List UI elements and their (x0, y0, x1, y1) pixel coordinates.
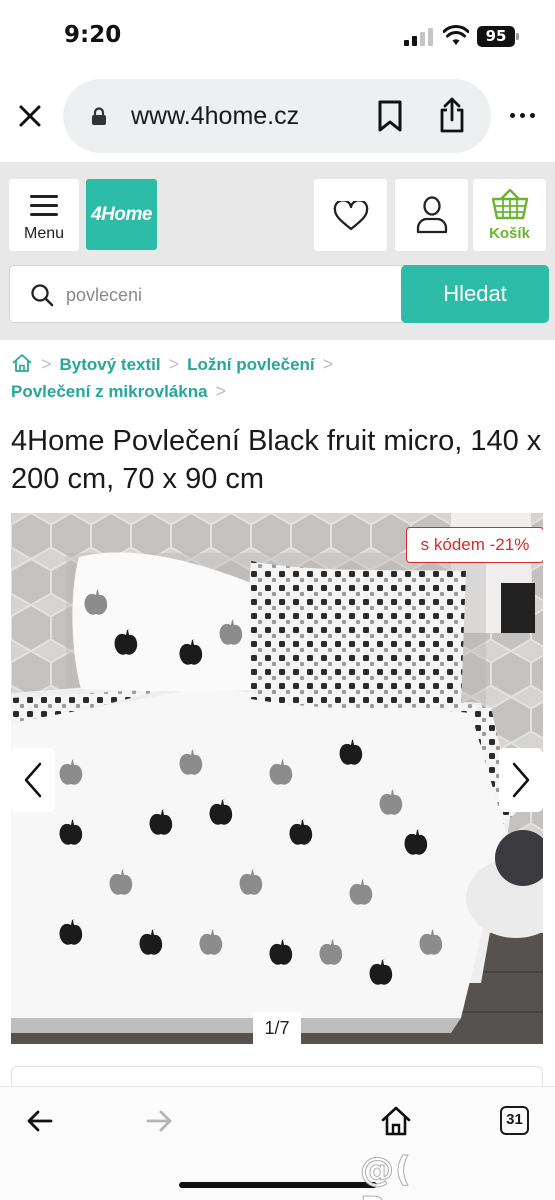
url-text[interactable]: www.4home.cz (131, 102, 299, 131)
browser-bar: www.4home.cz (0, 70, 555, 162)
bookmark-icon[interactable] (376, 99, 404, 133)
tabs-button[interactable]: 31 (500, 1106, 529, 1135)
product-gallery[interactable]: s kódem -21% 1/7 (11, 513, 543, 1044)
cart-label: Košík (489, 225, 530, 242)
wishlist-button[interactable] (314, 179, 387, 251)
cart-button[interactable]: Košík (473, 179, 546, 251)
gallery-next-button[interactable] (499, 748, 543, 812)
wifi-icon (443, 25, 469, 45)
basket-icon (491, 188, 529, 220)
heart-icon (333, 201, 369, 231)
chevron-right-icon (512, 762, 530, 798)
product-title: 4Home Povlečení Black fruit micro, 140 x… (11, 425, 542, 495)
back-arrow-icon[interactable] (26, 1109, 54, 1133)
breadcrumb-link[interactable]: Povlečení z mikrovlákna (11, 382, 208, 401)
home-icon[interactable] (11, 353, 33, 373)
search-icon (31, 284, 54, 307)
search-input[interactable] (66, 280, 386, 310)
search-bar: Hledat (9, 265, 549, 323)
menu-icon (30, 195, 58, 216)
cellular-signal-icon (404, 28, 434, 46)
search-button[interactable]: Hledat (401, 265, 549, 323)
gallery-prev-button[interactable] (11, 748, 55, 812)
watermark: @( Bazos.cz (360, 1150, 533, 1200)
account-button[interactable] (395, 179, 468, 251)
gallery-counter: 1/7 (253, 1012, 301, 1044)
menu-label: Menu (23, 225, 65, 242)
status-bar: 9:20 95 (0, 0, 555, 70)
battery-indicator: 95 (477, 26, 519, 47)
forward-arrow-icon[interactable] (145, 1109, 173, 1133)
home-indicator (179, 1182, 377, 1188)
product-image (11, 513, 543, 1044)
address-bar[interactable]: www.4home.cz (63, 79, 491, 153)
chevron-left-icon (24, 762, 42, 798)
breadcrumb-link[interactable]: Ložní povlečení (187, 355, 315, 374)
lock-icon (92, 107, 106, 125)
site-header: Menu 4Home Košík Hledat (0, 162, 555, 340)
status-time: 9:20 (64, 22, 122, 48)
discount-badge: s kódem -21% (406, 527, 543, 563)
breadcrumb-link[interactable]: Bytový textil (60, 355, 161, 374)
home-icon[interactable] (380, 1105, 412, 1137)
close-icon[interactable] (16, 102, 44, 130)
menu-button[interactable]: Menu (9, 179, 79, 251)
site-logo[interactable]: 4Home (86, 179, 157, 250)
share-icon[interactable] (438, 96, 466, 134)
user-icon (416, 196, 448, 234)
more-icon[interactable] (508, 104, 538, 126)
